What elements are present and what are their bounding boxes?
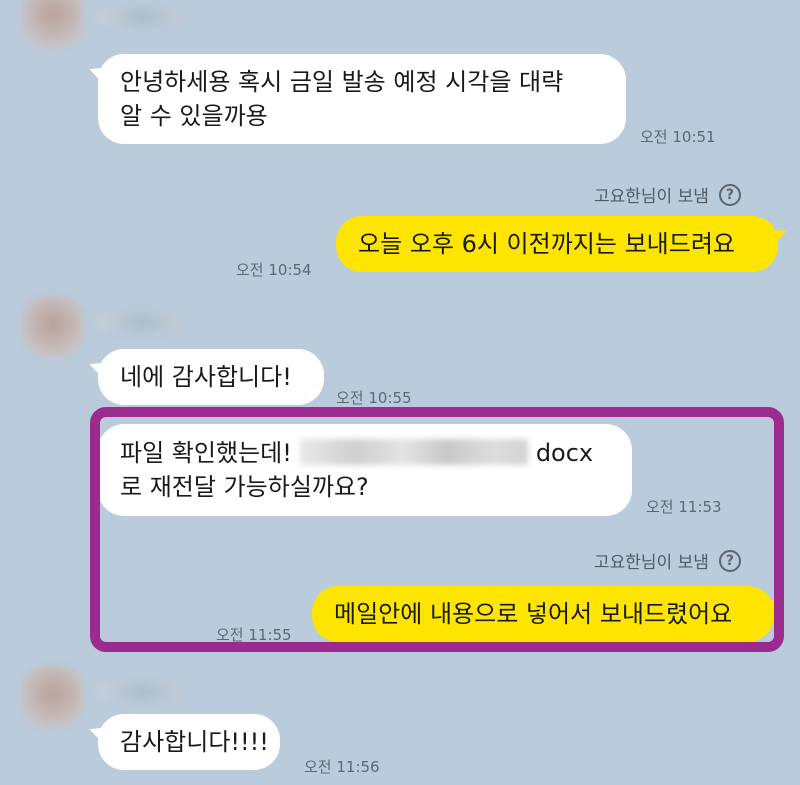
sender-avatar[interactable]: [22, 666, 84, 728]
file-name-blurred: [299, 439, 528, 465]
message-text-line: 감사합니다!!!!: [120, 728, 269, 756]
read-receipt: 고요한님이 보냄 ?: [594, 548, 741, 573]
message-text-line: 네에 감사합니다!: [120, 363, 292, 391]
help-icon[interactable]: ?: [718, 549, 741, 572]
message-timestamp: 오전 10:55: [336, 389, 412, 407]
message-bubble-incoming[interactable]: 안녕하세용 혹시 금일 발송 예정 시각을 대략 알 수 있을까용: [98, 54, 626, 144]
message-timestamp: 오전 11:56: [304, 758, 380, 776]
message-timestamp: 오전 10:51: [640, 128, 716, 146]
message-text-line: 파일 확인했는데! docx: [120, 436, 610, 470]
message-text-line: 메일안에 내용으로 넣어서 보내드렸어요: [334, 600, 733, 628]
message-timestamp: 오전 11:55: [216, 626, 292, 644]
message-bubble-outgoing[interactable]: 오늘 오후 6시 이전까지는 보내드려요: [336, 216, 778, 272]
message-timestamp: 오전 11:53: [646, 498, 722, 516]
sender-avatar[interactable]: [22, 296, 84, 358]
message-text-segment: 파일 확인했는데!: [120, 439, 292, 467]
message-bubble-incoming[interactable]: 파일 확인했는데! docx 로 재전달 가능하실까요?: [98, 424, 632, 516]
message-bubble-outgoing[interactable]: 메일안에 내용으로 넣어서 보내드렸어요: [312, 586, 774, 642]
sender-name-blurred: [98, 8, 184, 26]
sender-name-blurred: [98, 313, 184, 331]
message-bubble-incoming[interactable]: 네에 감사합니다!: [98, 349, 324, 405]
message-text-line: 오늘 오후 6시 이전까지는 보내드려요: [358, 230, 735, 258]
message-text-line: 로 재전달 가능하실까요?: [120, 473, 369, 501]
sender-avatar[interactable]: [22, 0, 84, 48]
message-timestamp: 오전 10:54: [236, 261, 312, 279]
help-icon[interactable]: ?: [718, 183, 741, 206]
message-bubble-incoming[interactable]: 감사합니다!!!!: [98, 714, 280, 770]
message-text-line: 알 수 있을까용: [120, 102, 268, 130]
message-text-segment: docx: [535, 439, 594, 467]
read-receipt: 고요한님이 보냄 ?: [594, 182, 741, 207]
read-receipt-text: 고요한님이 보냄: [594, 187, 709, 207]
read-receipt-text: 고요한님이 보냄: [594, 553, 709, 573]
chat-room: 안녕하세용 혹시 금일 발송 예정 시각을 대략 알 수 있을까용 오전 10:…: [0, 0, 800, 785]
message-text-line: 안녕하세용 혹시 금일 발송 예정 시각을 대략: [120, 68, 564, 96]
sender-name-blurred: [98, 683, 184, 701]
